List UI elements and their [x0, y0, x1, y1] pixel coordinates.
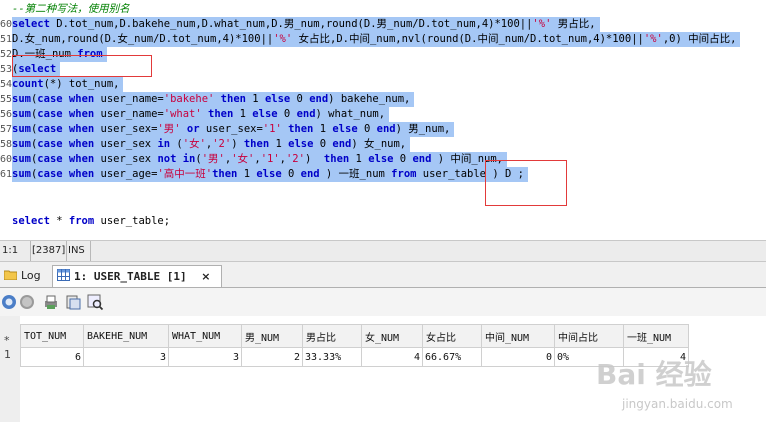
header-row: TOT_NUM BAKEHE_NUM WHAT_NUM 男_NUM 男占比 女_NUM 女占…: [20, 324, 689, 348]
line-code[interactable]: sum(case when user_sex='男' or user_sex='…: [12, 122, 455, 137]
column-header[interactable]: 男_NUM: [241, 324, 303, 348]
line-number: 52: [0, 49, 13, 60]
stop-icon[interactable]: [18, 293, 36, 311]
line-code[interactable]: --第二种写法，使用别名: [12, 2, 134, 17]
query-icon[interactable]: [86, 293, 104, 311]
table-cell[interactable]: 6: [20, 347, 84, 367]
char-count: [2387]: [30, 241, 67, 261]
column-header[interactable]: BAKEHE_NUM: [83, 324, 169, 348]
status-bar: 1:1 [2387] INS: [0, 240, 766, 262]
insert-mode: INS: [66, 241, 91, 261]
print-icon[interactable]: [42, 293, 60, 311]
column-header[interactable]: 男占比: [302, 324, 362, 348]
line-number: 55: [0, 94, 13, 105]
column-header[interactable]: TOT_NUM: [20, 324, 84, 348]
table-cell[interactable]: 4: [623, 347, 689, 367]
line-code[interactable]: select D.tot_num,D.bakehe_num,D.what_num…: [12, 17, 600, 32]
data-table: TOT_NUM BAKEHE_NUM WHAT_NUM 男_NUM 男占比 女_NUM 女占…: [20, 324, 689, 367]
result-toolbar: [0, 288, 766, 316]
line-number: 57: [0, 124, 13, 135]
row-gutter: [0, 316, 20, 422]
table-cell[interactable]: 2: [241, 347, 303, 367]
line-code[interactable]: (select: [12, 62, 61, 77]
column-header[interactable]: 女占比: [422, 324, 482, 348]
column-header[interactable]: 一班_NUM: [623, 324, 689, 348]
line-number: 58: [0, 139, 13, 150]
table-cell[interactable]: 33.33%: [302, 347, 362, 367]
tab-user-table-label: 1: USER_TABLE [1]: [74, 270, 187, 283]
table-cell[interactable]: 66.67%: [422, 347, 482, 367]
column-header[interactable]: 中间_NUM: [481, 324, 555, 348]
refresh-icon[interactable]: [0, 293, 18, 311]
column-header[interactable]: 中间占比: [554, 324, 624, 348]
line-code[interactable]: sum(case when user_name='what' then 1 el…: [12, 107, 390, 122]
close-icon[interactable]: ×: [201, 270, 210, 283]
tab-log-label: Log: [21, 269, 41, 282]
row-marker: *: [4, 334, 10, 347]
result-grid: * 1 TOT_NUM BAKEHE_NUM WHAT_NUM 男_NUM 男占比 女_N…: [0, 316, 766, 422]
line-code[interactable]: D.一班_num from: [12, 47, 107, 62]
line-number: 60: [0, 19, 13, 30]
line-number: 53: [0, 64, 13, 75]
log-folder-icon: [3, 266, 18, 287]
line-code[interactable]: count(*) tot_num,: [12, 77, 124, 92]
table-grid-icon: [57, 267, 70, 288]
table-cell[interactable]: 4: [361, 347, 423, 367]
line-code[interactable]: sum(case when user_sex in ('女','2') then…: [12, 137, 411, 152]
table-cell[interactable]: 3: [168, 347, 242, 367]
table-row[interactable]: 6 3 3 2 33.33% 4 66.67% 0 0% 4: [20, 347, 689, 367]
line-number: 54: [0, 79, 13, 90]
line-code[interactable]: D.女_num,round(D.女_num/D.tot_num,4)*100||…: [12, 32, 741, 47]
result-tabs: Log 1: USER_TABLE [1] ×: [0, 262, 766, 288]
cursor-position: 1:1: [0, 241, 31, 261]
column-header[interactable]: 女_NUM: [361, 324, 423, 348]
sql-editor[interactable]: --第二种写法，使用别名 60 select D.tot_num,D.bakehe_…: [0, 0, 766, 240]
table-cell[interactable]: 0: [481, 347, 555, 367]
line-number: 51: [0, 34, 13, 45]
export-icon[interactable]: [64, 293, 82, 311]
line-code[interactable]: sum(case when user_age='高中一班'then 1 else…: [12, 167, 528, 182]
line-code[interactable]: select * from user_table;: [12, 214, 174, 229]
line-code[interactable]: sum(case when user_sex not in('男','女','1…: [12, 152, 507, 167]
tab-user-table[interactable]: 1: USER_TABLE [1] ×: [52, 265, 222, 287]
tab-log[interactable]: Log: [3, 265, 48, 287]
table-cell[interactable]: 3: [83, 347, 169, 367]
line-code[interactable]: sum(case when user_name='bakehe' then 1 …: [12, 92, 415, 107]
line-number: 56: [0, 109, 13, 120]
column-header[interactable]: WHAT_NUM: [168, 324, 242, 348]
line-number: 60: [0, 154, 13, 165]
table-cell[interactable]: 0%: [554, 347, 624, 367]
row-number[interactable]: 1: [4, 348, 11, 361]
line-number: 61: [0, 169, 13, 180]
